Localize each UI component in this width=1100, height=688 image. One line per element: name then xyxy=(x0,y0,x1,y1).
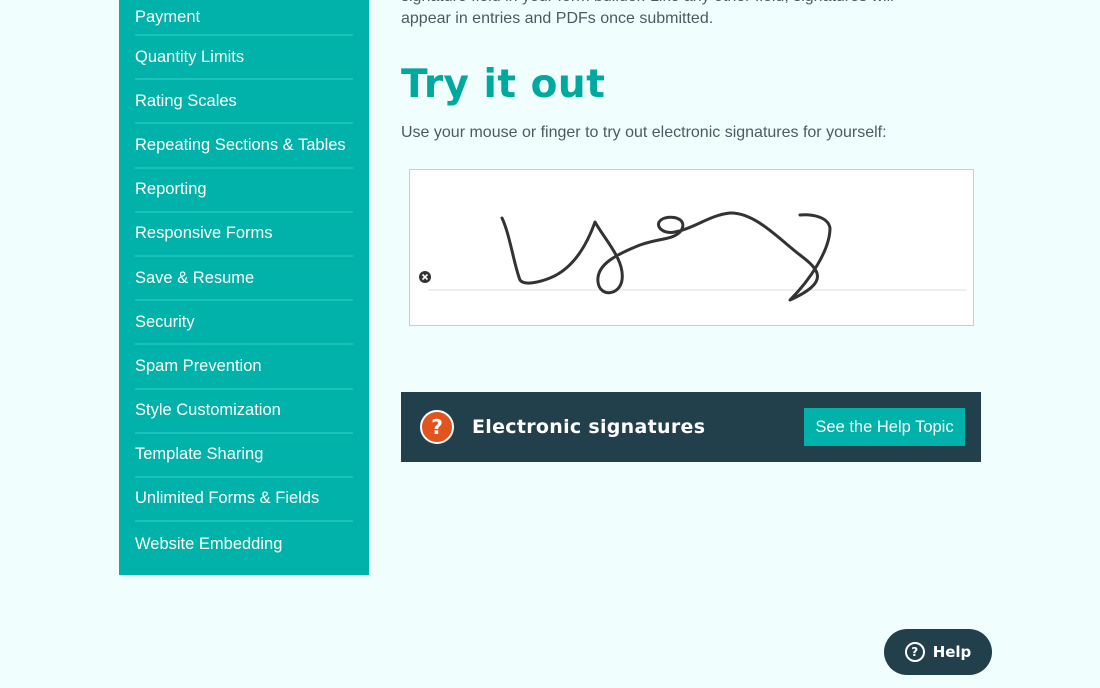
sidebar-item-spam-prevention[interactable]: Spam Prevention xyxy=(135,345,353,390)
sidebar-item-payment[interactable]: Payment xyxy=(135,0,353,36)
help-topic-title: Electronic signatures xyxy=(472,416,706,438)
signature-pad[interactable] xyxy=(409,169,974,326)
see-help-topic-button[interactable]: See the Help Topic xyxy=(804,408,965,446)
sidebar-item-rating-scales[interactable]: Rating Scales xyxy=(135,80,353,125)
sidebar-item-quantity-limits[interactable]: Quantity Limits xyxy=(135,36,353,81)
sidebar-item-reporting[interactable]: Reporting xyxy=(135,169,353,213)
page-heading: Try it out xyxy=(401,62,606,107)
sidebar-item-website-embedding[interactable]: Website Embedding xyxy=(135,522,353,566)
sidebar-item-save-resume[interactable]: Save & Resume xyxy=(135,257,353,302)
sidebar-item-security[interactable]: Security xyxy=(135,301,353,346)
floating-help-label: Help xyxy=(932,643,972,661)
floating-help-button[interactable]: ? Help xyxy=(884,629,992,675)
sidebar-item-repeating-sections[interactable]: Repeating Sections & Tables xyxy=(135,124,353,169)
features-sidebar: Payment Quantity Limits Rating Scales Re… xyxy=(119,0,369,575)
help-question-icon: ? xyxy=(904,642,925,662)
features-list: Payment Quantity Limits Rating Scales Re… xyxy=(119,0,369,566)
sidebar-item-style-customization[interactable]: Style Customization xyxy=(135,390,353,434)
sidebar-item-unlimited-forms[interactable]: Unlimited Forms & Fields xyxy=(135,478,353,523)
intro-line-1: signature field in your form builder. Li… xyxy=(401,0,961,8)
signature-instructions: Use your mouse or finger to try out elec… xyxy=(401,124,887,141)
signature-canvas[interactable] xyxy=(410,170,975,327)
signature-stroke xyxy=(500,211,832,302)
question-icon: ? xyxy=(420,410,454,444)
intro-text: signature field in your form builder. Li… xyxy=(401,0,961,30)
sidebar-item-responsive-forms[interactable]: Responsive Forms xyxy=(135,213,353,257)
intro-line-2: appear in entries and PDFs once submitte… xyxy=(401,10,714,27)
help-topic-bar: ? Electronic signatures See the Help Top… xyxy=(401,392,981,462)
clear-signature-icon[interactable] xyxy=(418,270,432,284)
sidebar-item-template-sharing[interactable]: Template Sharing xyxy=(135,434,353,478)
